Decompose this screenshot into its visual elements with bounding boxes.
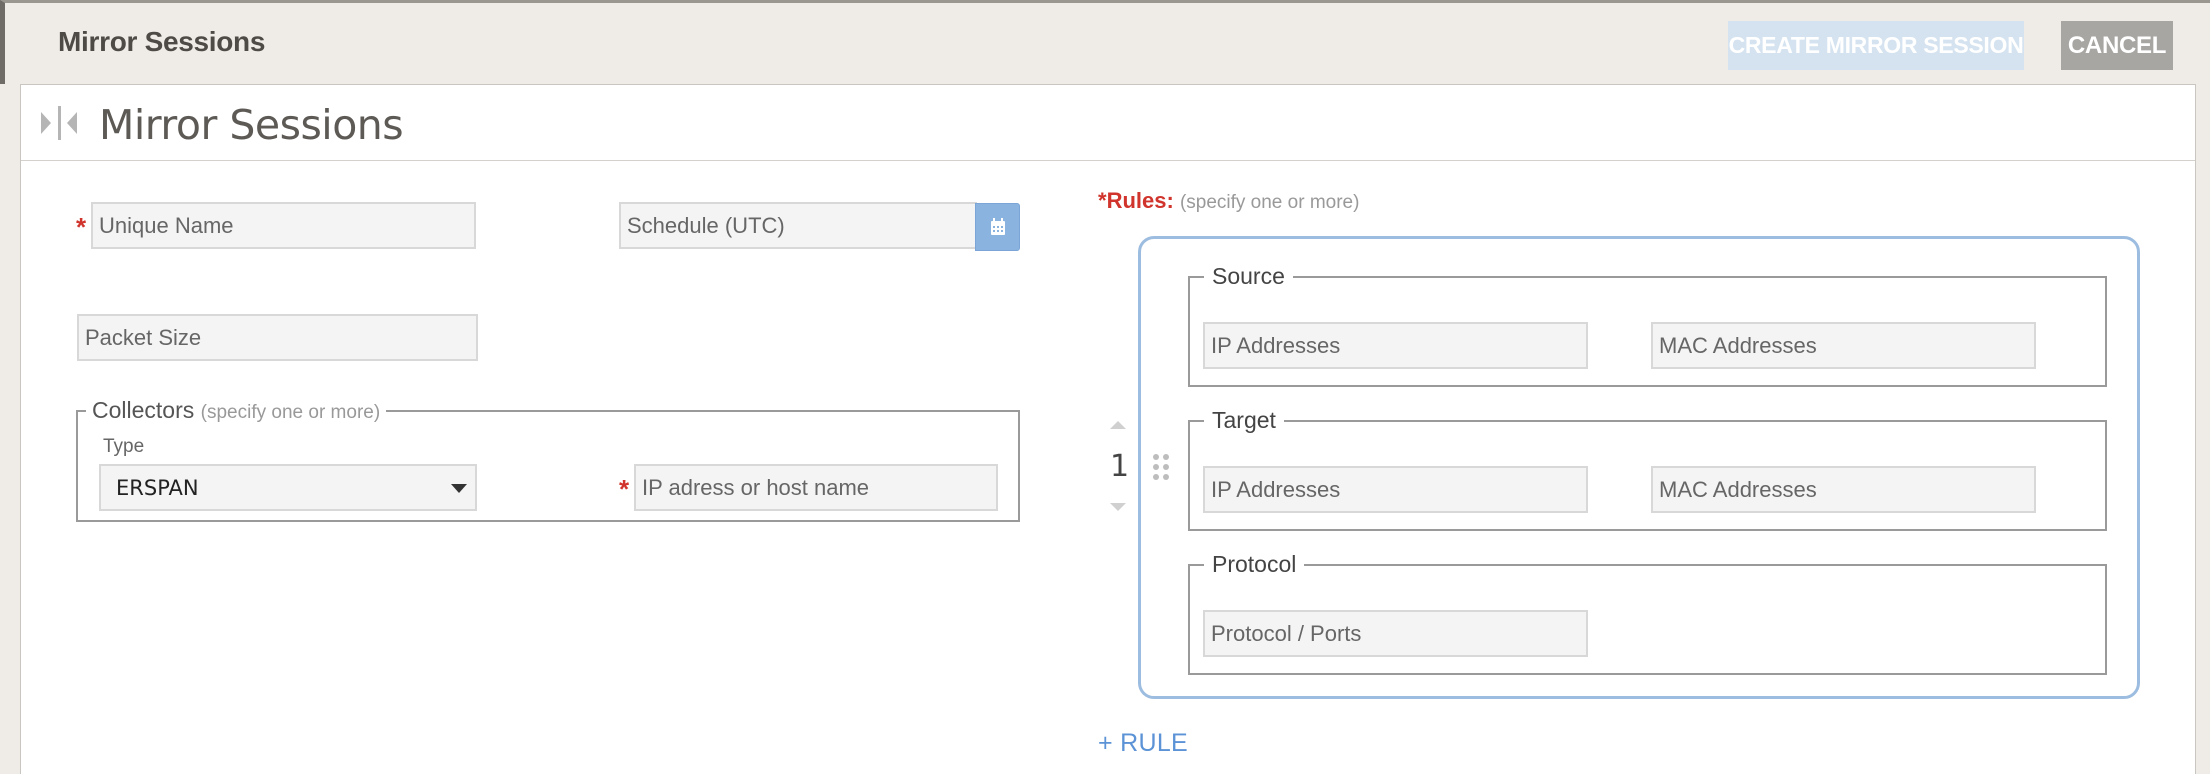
calendar-icon: [991, 218, 1005, 235]
rules-hint: (specify one or more): [1179, 192, 1360, 213]
source-ip-input[interactable]: [1203, 322, 1588, 369]
source-legend: Source: [1212, 263, 1285, 289]
arrow-down-icon[interactable]: [1110, 503, 1126, 511]
target-ip-input[interactable]: [1203, 466, 1588, 513]
protocol-legend: Protocol: [1212, 551, 1297, 577]
create-mirror-session-button[interactable]: CREATE MIRROR SESSION: [1728, 21, 2024, 70]
type-label: Type: [103, 436, 145, 457]
target-legend: Target: [1212, 407, 1276, 433]
rule-number: 1: [1110, 449, 1130, 484]
collectors-hint: (specify one or more): [200, 402, 381, 423]
caret-down-icon: [451, 484, 467, 493]
collector-type-select[interactable]: ERSPAN: [99, 464, 477, 511]
drag-handle-icon[interactable]: [1153, 454, 1173, 484]
collectors-label: Collectors: [92, 397, 195, 423]
packet-size-input[interactable]: [77, 314, 478, 361]
rules-label: *Rules: (specify one or more): [1098, 188, 1359, 214]
calendar-button[interactable]: [975, 203, 1020, 251]
collector-destination-input[interactable]: [634, 464, 998, 511]
rules-title: Rules:: [1106, 188, 1174, 213]
required-marker: *: [1098, 188, 1107, 213]
page-title: Mirror Sessions: [58, 26, 266, 57]
add-rule-button[interactable]: + RULE: [1098, 729, 1188, 758]
panel-header: Mirror Sessions: [21, 85, 2195, 161]
cancel-button[interactable]: CANCEL: [2061, 21, 2173, 70]
unique-name-input[interactable]: [91, 202, 476, 249]
schedule-input[interactable]: [619, 202, 977, 249]
collector-type-value: ERSPAN: [116, 476, 199, 500]
top-bar: Mirror Sessions CREATE MIRROR SESSION CA…: [0, 0, 2210, 84]
panel-title: Mirror Sessions: [99, 101, 404, 149]
collectors-legend: Collectors (specify one or more): [86, 397, 386, 424]
required-marker: *: [619, 474, 630, 504]
required-marker: *: [76, 212, 87, 242]
target-mac-input[interactable]: [1651, 466, 2036, 513]
source-mac-input[interactable]: [1651, 322, 2036, 369]
arrow-up-icon[interactable]: [1110, 421, 1126, 429]
collapse-panel-icon[interactable]: [39, 104, 81, 142]
protocol-ports-input[interactable]: [1203, 610, 1588, 657]
